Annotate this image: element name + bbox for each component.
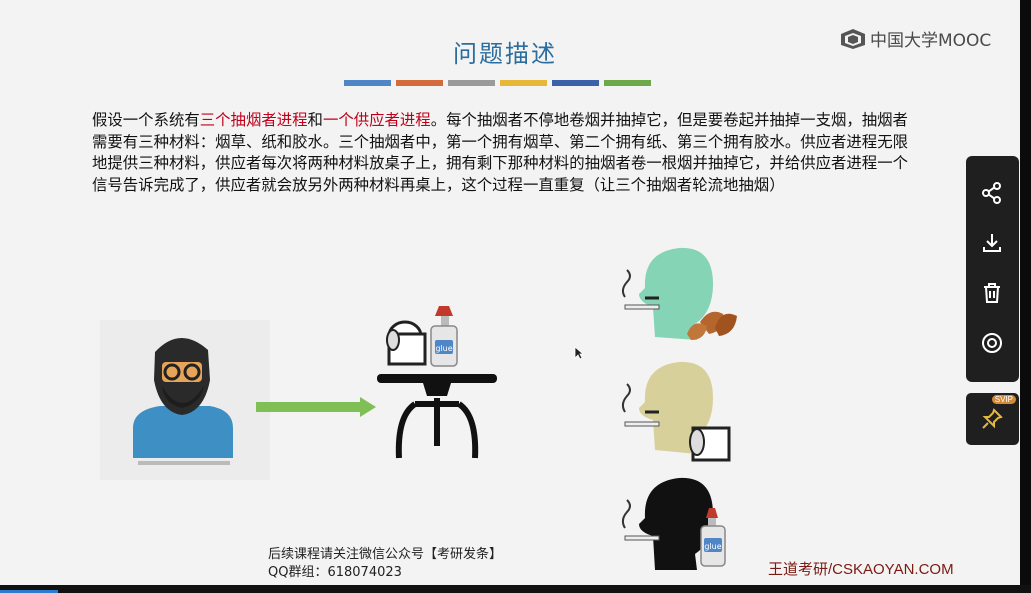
mooc-logo-icon xyxy=(841,28,865,49)
highlight-smokers: 三个抽烟者进程 xyxy=(199,111,308,129)
footer-note: 后续课程请关注微信公众号【考研发条】 QQ群组：618074023 xyxy=(268,546,502,582)
svip-badge: SVIP xyxy=(991,395,1016,404)
para-text: 假设一个系统有 xyxy=(92,111,200,129)
accent-bar xyxy=(500,80,547,86)
footer-qq: QQ群组：618074023 xyxy=(268,565,402,580)
smoker-tobacco-icon xyxy=(621,247,737,340)
brand-watermark: 王道考研/CSKAOYAN.COM xyxy=(768,561,954,578)
title-accent-bars xyxy=(344,80,651,86)
glue-label: glue xyxy=(704,542,721,551)
mouse-cursor-icon xyxy=(574,346,584,360)
footer-wechat: 后续课程请关注微信公众号【考研发条】 xyxy=(268,547,503,562)
player-bottom-bar xyxy=(0,585,1031,593)
arrow-icon xyxy=(256,397,376,417)
table-with-materials-icon: glue xyxy=(377,306,497,459)
accent-bar xyxy=(448,80,495,86)
target-icon xyxy=(982,333,1002,353)
problem-description: 假设一个系统有三个抽烟者进程和一个供应者进程。每个抽烟者不停地卷烟并抽掉它，但是… xyxy=(92,110,908,196)
highlight-supplier: 一个供应者进程 xyxy=(322,111,431,129)
glue-label: glue xyxy=(435,344,452,353)
share-icon xyxy=(982,182,1001,204)
accent-bar xyxy=(344,80,391,86)
delete-button[interactable] xyxy=(977,278,1007,308)
download-button[interactable] xyxy=(977,228,1007,258)
mooc-logo: 中国大学MOOC xyxy=(840,26,991,51)
trash-icon xyxy=(984,283,1000,303)
supplier-person-icon xyxy=(100,320,270,480)
slide-canvas: 问题描述 中国大学MOOC 假设一个系统有三个抽烟者进程和一个供应者进程。每个抽… xyxy=(0,0,1020,585)
side-action-panel xyxy=(966,156,1019,382)
accent-bar xyxy=(604,80,651,86)
focus-button[interactable] xyxy=(977,328,1007,358)
accent-bar xyxy=(396,80,443,86)
share-button[interactable] xyxy=(977,178,1007,208)
download-icon xyxy=(983,234,1001,252)
pin-button[interactable]: SVIP xyxy=(966,393,1019,445)
pin-icon xyxy=(982,408,1003,429)
smoker-glue-icon: glue xyxy=(621,477,726,570)
mooc-logo-text: 中国大学MOOC xyxy=(870,31,992,51)
smoker-paper-icon xyxy=(621,361,731,462)
para-text: 和 xyxy=(307,111,323,129)
accent-bar xyxy=(552,80,599,86)
